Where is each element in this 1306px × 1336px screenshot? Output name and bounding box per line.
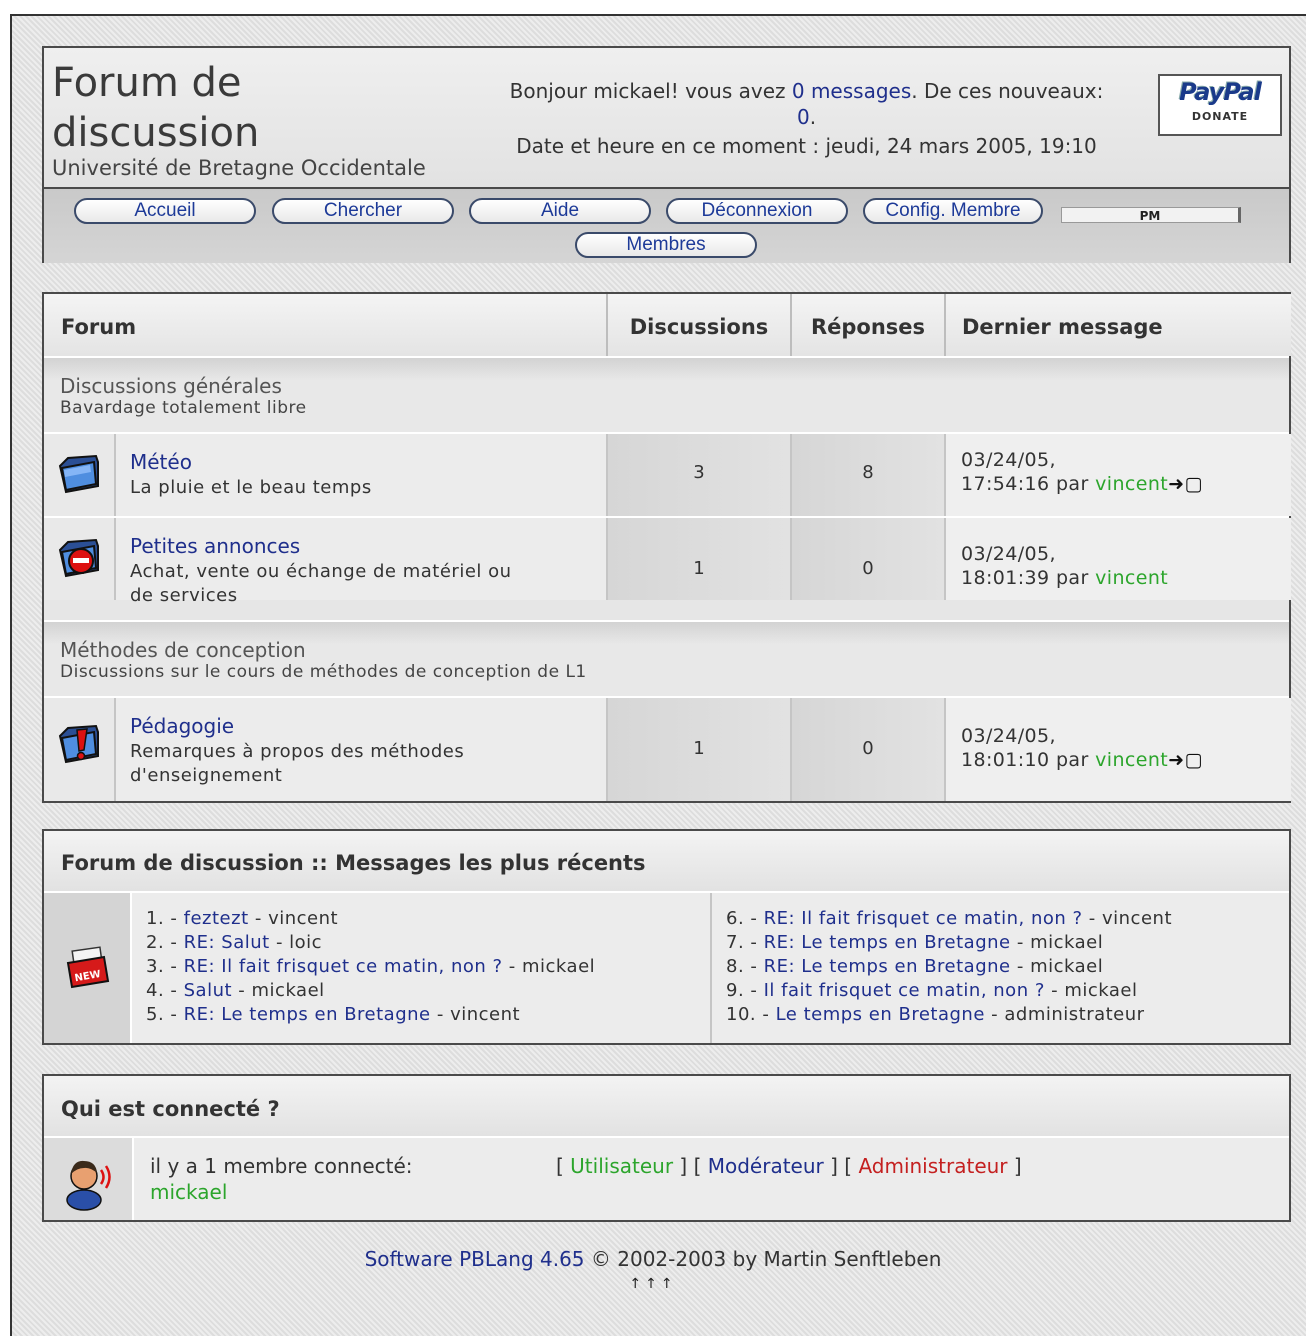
discussion-count: 1 — [693, 558, 705, 579]
list-item: 8. - RE: Le temps en Bretagne - mickael — [726, 956, 1104, 977]
forum-desc: La pluie et le beau temps — [130, 477, 372, 498]
recent-topic-link[interactable]: feztezt — [184, 908, 249, 929]
site-header: Forum de discussion Université de Bretag… — [42, 46, 1291, 263]
goto-last-post-icon[interactable]: ➜▢ — [1168, 749, 1203, 771]
last-message-info: 03/24/05, 18:01:10 par vincent➜▢ — [961, 725, 1203, 771]
welcome-message: Bonjour mickael! vous avez 0 messages. D… — [509, 79, 1104, 129]
forum-row: Petites annonces Achat, vente ou échange… — [44, 516, 1291, 606]
messages-link[interactable]: 0 messages — [792, 79, 911, 103]
list-item: 4. - Salut - mickael — [146, 980, 325, 1001]
pm-indicator[interactable]: PM — [1061, 207, 1241, 223]
reply-count: 8 — [862, 462, 874, 483]
recent-list-right: 6. - RE: Il fait frisquet ce matin, non … — [726, 907, 1172, 1027]
col-header-forum: Forum — [44, 294, 608, 356]
recent-topic-link[interactable]: Salut — [184, 980, 232, 1001]
recent-topic-link[interactable]: RE: Salut — [184, 932, 270, 953]
last-poster-link[interactable]: vincent — [1095, 567, 1168, 589]
goto-last-post-icon[interactable]: ➜▢ — [1168, 473, 1203, 495]
recent-topic-link[interactable]: RE: Il fait frisquet ce matin, non ? — [764, 908, 1083, 929]
nav-chercher-button[interactable]: Chercher — [272, 198, 454, 224]
back-to-top-icon[interactable]: ↑↑↑ — [0, 1276, 1306, 1292]
forum-desc: Remarques à propos des méthodes d'enseign… — [130, 741, 465, 786]
online-title: Qui est connecté ? — [44, 1076, 1289, 1138]
nav-membres-button[interactable]: Membres — [575, 232, 757, 258]
nav-config-membre-button[interactable]: Config. Membre — [863, 198, 1043, 224]
last-poster-link[interactable]: vincent — [1095, 749, 1168, 771]
list-item: 1. - feztezt - vincent — [146, 908, 339, 929]
recent-topic-link[interactable]: RE: Le temps en Bretagne — [764, 932, 1011, 953]
legend-user: Utilisateur — [570, 1154, 674, 1178]
alert-folder-icon — [58, 724, 99, 764]
list-item: 6. - RE: Il fait frisquet ce matin, non … — [726, 908, 1172, 929]
forum-icon-cell — [44, 518, 116, 600]
paypal-logo: PayPal — [1179, 78, 1262, 106]
col-header-last-message: Dernier message — [946, 294, 1291, 356]
online-user-link[interactable]: mickael — [150, 1180, 227, 1204]
col-header-replies: Réponses — [792, 294, 946, 356]
list-item: 3. - RE: Il fait frisquet ce matin, non … — [146, 956, 596, 977]
new-messages-link[interactable]: 0 — [797, 105, 810, 129]
col-header-discussions: Discussions — [608, 294, 792, 356]
recent-topic-link[interactable]: RE: Le temps en Bretagne — [764, 956, 1011, 977]
site-subtitle: Université de Bretagne Occidentale — [52, 156, 426, 180]
category-row: Méthodes de conception Discussions sur l… — [44, 620, 1289, 696]
forum-table: Forum Discussions Réponses Dernier messa… — [42, 292, 1291, 803]
forum-desc: Achat, vente ou échange de matériel ou de… — [130, 561, 512, 606]
last-poster-link[interactable]: vincent — [1095, 473, 1168, 495]
list-item: 5. - RE: Le temps en Bretagne - vincent — [146, 1004, 521, 1025]
category-name: Méthodes de conception — [60, 638, 306, 662]
forum-icon-cell — [44, 434, 116, 516]
online-count-text: il y a 1 membre connecté: — [150, 1154, 413, 1178]
forum-row: Pédagogie Remarques à propos des méthode… — [44, 696, 1291, 801]
nav-aide-button[interactable]: Aide — [469, 198, 651, 224]
recent-messages-panel: Forum de discussion :: Messages les plus… — [42, 829, 1291, 1045]
online-users-panel: Qui est connecté ? il y a 1 membre conne… — [42, 1074, 1291, 1222]
current-datetime: Date et heure en ce moment : jeudi, 24 m… — [516, 134, 1097, 158]
site-title: Forum de discussion — [52, 60, 260, 156]
recent-topic-link[interactable]: RE: Le temps en Bretagne — [184, 1004, 431, 1025]
recent-topic-link[interactable]: Le temps en Bretagne — [776, 1004, 985, 1025]
footer: Software PBLang 4.65 © 2002-2003 by Mart… — [364, 1247, 942, 1271]
reply-count: 0 — [862, 738, 874, 759]
list-item: 9. - Il fait frisquet ce matin, non ? - … — [726, 980, 1138, 1001]
category-name: Discussions générales — [60, 374, 282, 398]
list-item: 10. - Le temps en Bretagne - administrat… — [726, 1004, 1145, 1025]
header-top: Forum de discussion Université de Bretag… — [44, 48, 1289, 189]
nav-accueil-button[interactable]: Accueil — [74, 198, 256, 224]
forum-name-link[interactable]: Petites annonces — [130, 534, 300, 558]
donate-label: DONATE — [1191, 110, 1249, 123]
forum-icon-cell — [44, 698, 116, 801]
legend-moderator: Modérateur — [707, 1154, 824, 1178]
last-message-info: 03/24/05, 17:54:16 par vincent➜▢ — [961, 449, 1203, 495]
discussion-count: 1 — [693, 738, 705, 759]
discussion-count: 3 — [693, 462, 705, 483]
recent-messages-title: Forum de discussion :: Messages les plus… — [44, 831, 1289, 893]
category-row: Discussions générales Bavardage totaleme… — [44, 356, 1289, 432]
category-desc: Bavardage totalement libre — [60, 398, 307, 418]
user-online-icon — [66, 1160, 111, 1211]
paypal-donate-button[interactable]: PayPal DONATE — [1158, 74, 1282, 136]
reply-count: 0 — [862, 558, 874, 579]
folder-icon — [58, 454, 99, 494]
recent-topic-link[interactable]: RE: Il fait frisquet ce matin, non ? — [184, 956, 503, 977]
recent-topic-link[interactable]: Il fait frisquet ce matin, non ? — [764, 980, 1045, 1001]
nav-deconnexion-button[interactable]: Déconnexion — [666, 198, 848, 224]
last-message-info: 03/24/05, 18:01:39 par vincent — [961, 543, 1169, 589]
role-legend: [ Utilisateur ] [ Modérateur ] [ Adminis… — [556, 1154, 1022, 1178]
legend-admin: Administrateur — [858, 1154, 1008, 1178]
nav-bar: Accueil Chercher Aide Déconnexion Config… — [44, 189, 1289, 263]
locked-folder-icon — [58, 538, 99, 578]
software-link[interactable]: Software PBLang 4.65 — [365, 1247, 585, 1271]
recent-list-left: 1. - feztezt - vincent 2. - RE: Salut - … — [146, 907, 595, 1027]
new-message-icon: NEW — [66, 946, 110, 989]
forum-row: Météo La pluie et le beau temps 3 8 03/2… — [44, 432, 1291, 516]
category-desc: Discussions sur le cours de méthodes de … — [60, 662, 587, 682]
forum-name-link[interactable]: Pédagogie — [130, 714, 234, 738]
forum-name-link[interactable]: Météo — [130, 450, 192, 474]
list-item: 7. - RE: Le temps en Bretagne - mickael — [726, 932, 1104, 953]
list-item: 2. - RE: Salut - loic — [146, 932, 323, 953]
